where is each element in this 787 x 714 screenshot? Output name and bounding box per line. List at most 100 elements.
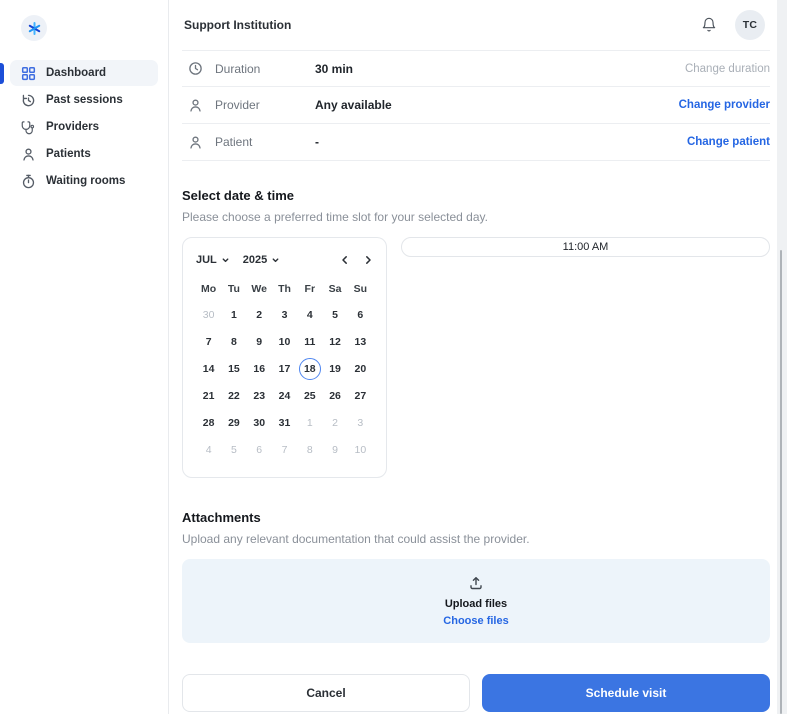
calendar-day[interactable]: 15	[221, 355, 246, 382]
calendar-day[interactable]: 6	[348, 301, 373, 328]
history-clock-icon	[20, 92, 36, 108]
person-icon	[20, 146, 36, 162]
sidebar-item-label: Patients	[46, 148, 91, 160]
sidebar-item-label: Providers	[46, 121, 100, 133]
change-patient-button[interactable]: Change patient	[687, 136, 770, 148]
bell-icon[interactable]	[695, 11, 723, 39]
calendar-day[interactable]: 2	[247, 301, 272, 328]
calendar-day[interactable]: 9	[322, 436, 347, 463]
chevron-down-icon	[222, 257, 229, 262]
day-number: 19	[329, 362, 341, 375]
day-number: 16	[253, 362, 266, 375]
avatar[interactable]: TC	[735, 10, 765, 40]
sidebar-item-patients[interactable]: Patients	[10, 141, 158, 167]
sidebar-item-dashboard[interactable]: Dashboard	[10, 60, 158, 86]
calendar-day[interactable]: 7	[272, 436, 297, 463]
calendar-day[interactable]: 21	[196, 382, 221, 409]
day-number: 10	[278, 335, 291, 348]
calendar-day[interactable]: 30	[196, 301, 221, 328]
row-value: Any available	[315, 98, 392, 112]
calendar-day[interactable]: 7	[196, 328, 221, 355]
calendar-day[interactable]: 8	[297, 436, 322, 463]
next-month-button[interactable]	[363, 255, 373, 265]
calendar-day[interactable]: 4	[297, 301, 322, 328]
calendar-day[interactable]: 28	[196, 409, 221, 436]
asterisk-logo-icon	[21, 15, 47, 41]
dayname-mo: Mo	[201, 283, 217, 295]
detail-row-duration: Duration 30 min Change duration	[182, 50, 770, 87]
year-selector[interactable]: 2025	[243, 254, 280, 266]
calendar-day[interactable]: 27	[348, 382, 373, 409]
schedule-visit-button[interactable]: Schedule visit	[482, 674, 770, 712]
change-duration-button[interactable]: Change duration	[685, 63, 770, 75]
time-slot-list: 11:00 AM	[401, 237, 770, 257]
clock-icon	[187, 61, 203, 77]
calendar-day[interactable]: 9	[247, 328, 272, 355]
calendar-day[interactable]: 26	[322, 382, 347, 409]
calendar-day[interactable]: 8	[221, 328, 246, 355]
calendar-day[interactable]: 22	[221, 382, 246, 409]
calendar-day[interactable]: 3	[348, 409, 373, 436]
calendar-day[interactable]: 31	[272, 409, 297, 436]
calendar-header: JUL 2025	[196, 250, 373, 270]
calendar-day[interactable]: 30	[247, 409, 272, 436]
calendar-day[interactable]: 4	[196, 436, 221, 463]
sidebar-item-waiting-rooms[interactable]: Waiting rooms	[10, 168, 158, 194]
calendar: JUL 2025 Mo Tu We Th Fr Sa Su 30 1 2 3 4…	[182, 237, 387, 478]
calendar-day[interactable]: 23	[247, 382, 272, 409]
sidebar-item-providers[interactable]: Providers	[10, 114, 158, 140]
cancel-button[interactable]: Cancel	[182, 674, 470, 712]
calendar-day[interactable]: 14	[196, 355, 221, 382]
datetime-picker: JUL 2025 Mo Tu We Th Fr Sa Su 30 1 2 3 4…	[182, 237, 770, 478]
row-label: Duration	[215, 61, 261, 76]
calendar-day[interactable]: 6	[247, 436, 272, 463]
calendar-day[interactable]: 17	[272, 355, 297, 382]
choose-files-link[interactable]: Choose files	[443, 615, 508, 627]
day-number: 25	[303, 389, 316, 402]
logo	[21, 15, 168, 41]
select-datetime-title: Select date & time	[182, 188, 294, 203]
calendar-day-selected[interactable]: 18	[297, 355, 322, 382]
calendar-daynames: Mo Tu We Th Fr Sa Su	[196, 283, 373, 298]
calendar-day[interactable]: 13	[348, 328, 373, 355]
day-number: 26	[329, 389, 341, 402]
row-value: -	[315, 135, 319, 149]
sidebar-item-label: Waiting rooms	[46, 175, 126, 187]
calendar-day[interactable]: 20	[348, 355, 373, 382]
calendar-day[interactable]: 24	[272, 382, 297, 409]
calendar-day[interactable]: 10	[348, 436, 373, 463]
day-number: 24	[278, 389, 291, 402]
day-number: 6	[357, 308, 364, 321]
calendar-day[interactable]: 29	[221, 409, 246, 436]
calendar-day[interactable]: 12	[322, 328, 347, 355]
change-provider-button[interactable]: Change provider	[679, 99, 770, 111]
time-slot-11-00-am[interactable]: 11:00 AM	[401, 237, 770, 257]
prev-month-button[interactable]	[340, 255, 350, 265]
calendar-day[interactable]: 1	[297, 409, 322, 436]
upload-icon	[468, 575, 484, 591]
visit-detail-rows: Duration 30 min Change duration Provider Any…	[182, 50, 770, 161]
day-number: 1	[231, 308, 237, 321]
year-label: 2025	[242, 254, 268, 266]
day-number: 2	[256, 308, 263, 321]
day-number: 15	[228, 362, 240, 375]
calendar-day[interactable]: 1	[221, 301, 246, 328]
calendar-day[interactable]: 2	[322, 409, 347, 436]
calendar-day[interactable]: 5	[221, 436, 246, 463]
top-header: Support Institution TC	[169, 0, 777, 50]
calendar-day[interactable]: 19	[322, 355, 347, 382]
calendar-day[interactable]: 11	[297, 328, 322, 355]
upload-dropzone[interactable]: Upload files Choose files	[182, 559, 770, 643]
vertical-scrollbar[interactable]	[780, 250, 782, 714]
calendar-day[interactable]: 5	[322, 301, 347, 328]
month-selector[interactable]: JUL	[196, 254, 230, 266]
attachments-subtitle: Upload any relevant documentation that c…	[182, 532, 530, 546]
day-number: 20	[354, 362, 367, 375]
sidebar-item-past-sessions[interactable]: Past sessions	[10, 87, 158, 113]
calendar-day[interactable]: 10	[272, 328, 297, 355]
calendar-day[interactable]: 25	[297, 382, 322, 409]
day-number: 30	[202, 308, 215, 321]
calendar-day[interactable]: 16	[247, 355, 272, 382]
calendar-grid: 30 1 2 3 4 5 6 7 8 9 10 11 12 13 14 15 16 17 18 19 20 21 22 23 2…	[196, 301, 373, 463]
calendar-day[interactable]: 3	[272, 301, 297, 328]
